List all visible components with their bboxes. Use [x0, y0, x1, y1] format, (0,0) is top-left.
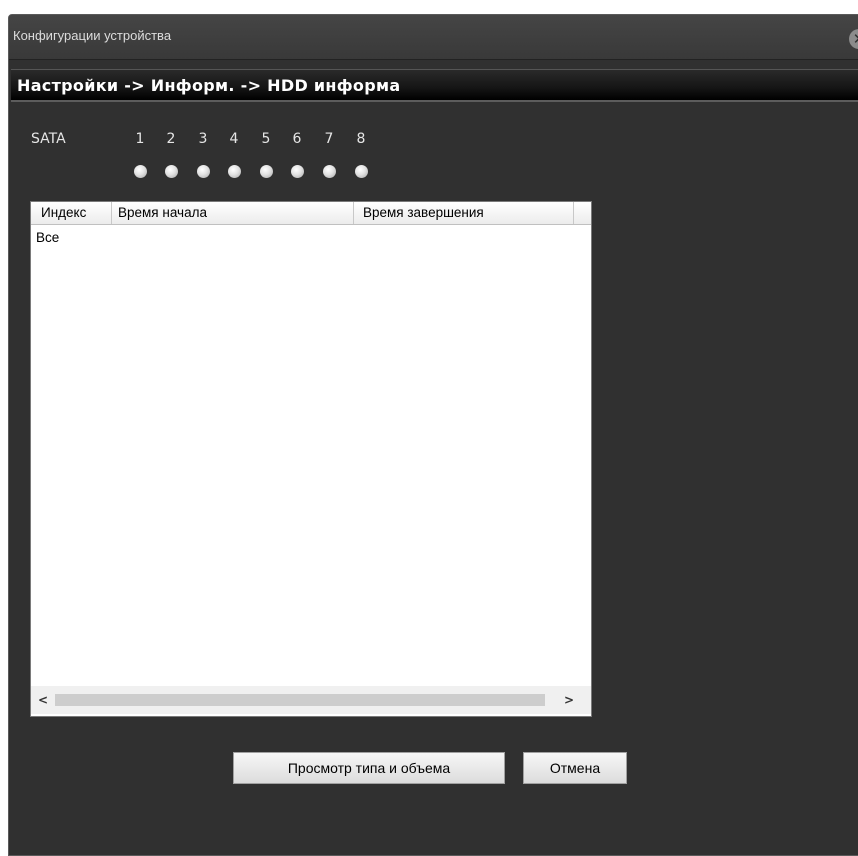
scroll-left-icon[interactable]: <: [33, 690, 53, 710]
sata-disk-5-number: 5: [261, 131, 271, 147]
sata-disk-1-number: 1: [135, 131, 145, 147]
scrollbar-thumb[interactable]: [55, 694, 545, 706]
sata-disk-2-radio[interactable]: [165, 165, 178, 178]
table-row-index[interactable]: Все: [36, 230, 59, 245]
breadcrumb: Настройки -> Информ. -> HDD информа: [11, 69, 858, 102]
sata-disk-6-number: 6: [292, 131, 302, 147]
hdd-info-table[interactable]: Индекс Время начала Время завершения Все…: [30, 201, 592, 717]
sata-disk-4-radio[interactable]: [228, 165, 241, 178]
table-header: Индекс Время начала Время завершения: [31, 202, 591, 225]
column-divider[interactable]: [353, 202, 354, 224]
view-type-capacity-button[interactable]: Просмотр типа и объема: [233, 752, 505, 784]
scroll-right-icon[interactable]: >: [559, 690, 579, 710]
breadcrumb-text: Настройки -> Информ. -> HDD информа: [17, 76, 401, 95]
sata-disk-2-number: 2: [166, 131, 176, 147]
column-header-end-time[interactable]: Время завершения: [363, 205, 484, 220]
sata-disk-3-number: 3: [198, 131, 208, 147]
cancel-button[interactable]: Отмена: [523, 752, 627, 784]
close-icon[interactable]: ✕: [849, 29, 858, 49]
sata-disk-5-radio[interactable]: [260, 165, 273, 178]
sata-disk-4-number: 4: [229, 131, 239, 147]
column-divider[interactable]: [111, 202, 112, 224]
sata-disk-3-radio[interactable]: [197, 165, 210, 178]
horizontal-scrollbar[interactable]: < >: [31, 686, 591, 714]
title-bar[interactable]: Конфигурации устройства ✕: [9, 15, 858, 60]
sata-disk-6-radio[interactable]: [291, 165, 304, 178]
sata-disk-1-radio[interactable]: [134, 165, 147, 178]
device-config-window: Конфигурации устройства ✕ Настройки -> И…: [8, 14, 858, 856]
sata-disk-8-number: 8: [356, 131, 366, 147]
column-header-index[interactable]: Индекс: [41, 205, 86, 220]
sata-disk-7-radio[interactable]: [323, 165, 336, 178]
sata-disk-7-number: 7: [324, 131, 334, 147]
column-divider[interactable]: [573, 202, 574, 224]
window-title: Конфигурации устройства: [13, 28, 172, 43]
sata-label: SATA: [31, 131, 66, 147]
sata-disk-8-radio[interactable]: [355, 165, 368, 178]
column-header-start-time[interactable]: Время начала: [118, 205, 207, 220]
